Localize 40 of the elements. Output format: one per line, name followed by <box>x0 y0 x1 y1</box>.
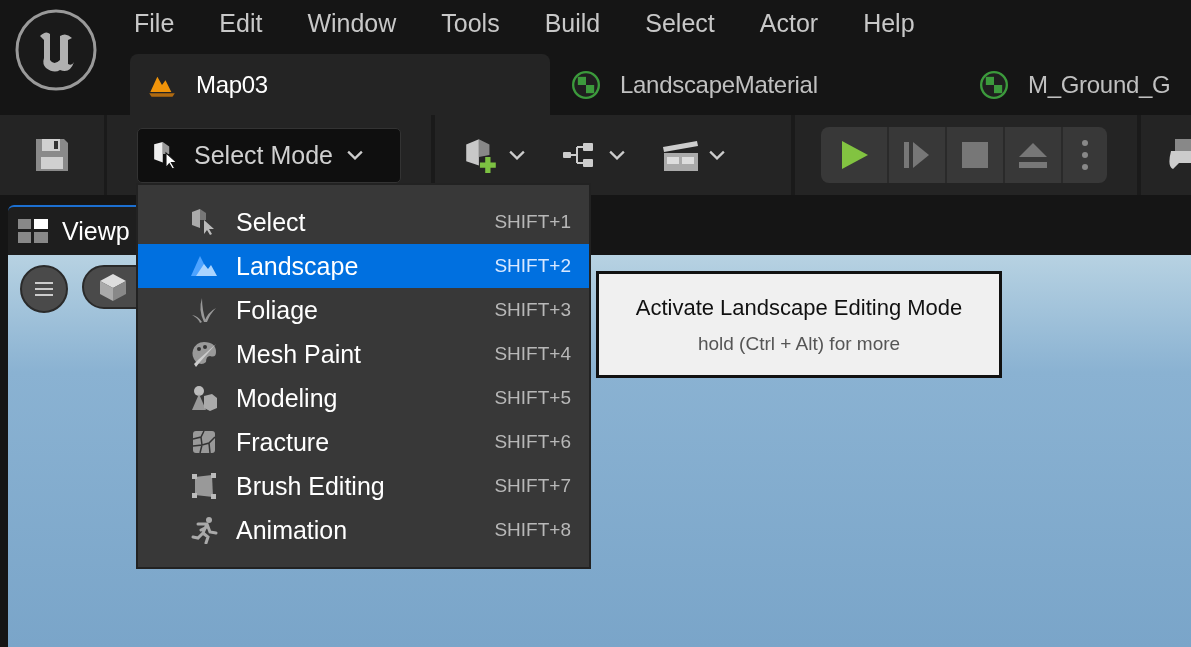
more-vertical-icon <box>1081 139 1089 171</box>
tooltip-hint: hold (Ctrl + Alt) for more <box>697 332 901 355</box>
menu-item[interactable]: Edit <box>219 9 263 38</box>
chevron-down-icon <box>709 150 725 160</box>
running-figure-icon <box>190 516 218 544</box>
menu-option[interactable]: Modeling SHIFT+5 <box>138 376 589 420</box>
menu-button[interactable] <box>20 265 68 313</box>
cracked-cube-icon <box>190 428 218 456</box>
checker-sphere-icon <box>980 70 1008 99</box>
brush-box-icon <box>190 472 218 500</box>
menu-option[interactable]: Fracture SHIFT+6 <box>138 420 589 464</box>
logo-icon[interactable] <box>14 8 98 92</box>
menu-item[interactable]: Tools <box>441 9 500 38</box>
menu-option[interactable]: Foliage SHIFT+3 <box>138 288 589 332</box>
shapes-icon <box>190 384 218 412</box>
menu-option[interactable]: Animation SHIFT+8 <box>138 508 589 552</box>
checker-sphere-icon <box>572 70 600 99</box>
tooltip-title: Activate Landscape Editing Mode <box>635 294 963 321</box>
chevron-down-icon <box>509 150 525 160</box>
document-tab[interactable]: M_Ground_G <box>962 54 1191 115</box>
document-tab[interactable]: LandscapeMaterial <box>550 54 962 115</box>
menu-item[interactable]: Help <box>863 9 915 38</box>
select-mode-dropdown[interactable]: Select Mode <box>137 127 401 183</box>
stop-icon <box>959 139 991 171</box>
menu-item[interactable]: Build <box>544 9 601 38</box>
menu-item[interactable]: File <box>134 9 175 38</box>
document-tab[interactable]: Map03 <box>130 54 550 115</box>
chevron-down-icon <box>346 150 363 160</box>
layout-grid-icon <box>18 219 48 243</box>
menu-option[interactable]: Landscape SHIFT+2 <box>138 244 589 288</box>
palette-brush-icon <box>190 340 218 368</box>
menu-icon <box>34 281 54 297</box>
menu-item[interactable]: Select <box>645 9 715 38</box>
chevron-down-icon <box>609 150 625 160</box>
menu-item[interactable]: Actor <box>759 9 819 38</box>
menu-option[interactable]: Mesh Paint SHIFT+4 <box>138 332 589 376</box>
menu-option[interactable]: Brush Editing SHIFT+7 <box>138 464 589 508</box>
cube-icon <box>98 272 128 302</box>
menu-item[interactable]: Window <box>307 9 397 38</box>
save-icon[interactable] <box>34 137 70 173</box>
